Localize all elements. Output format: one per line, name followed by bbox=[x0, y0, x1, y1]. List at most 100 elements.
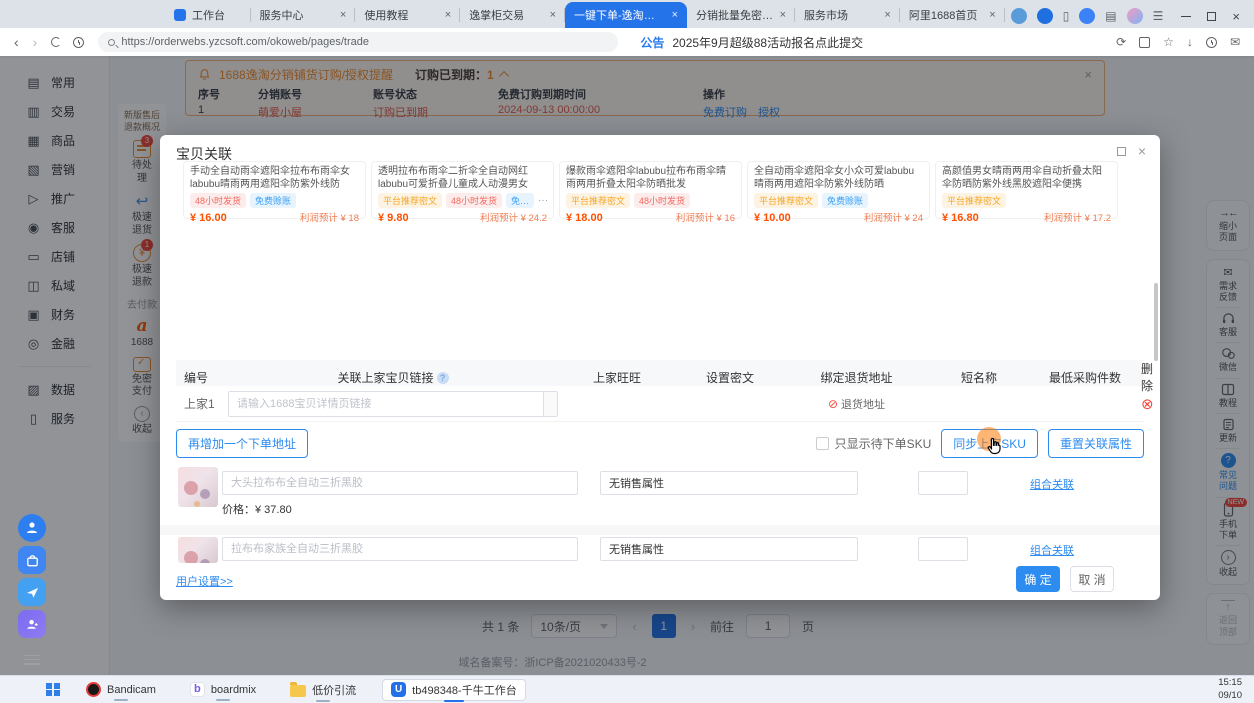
product-title: 手动全自动雨伞遮阳伞拉布布雨伞女labubu晴雨两用遮阳伞防紫外线防 bbox=[190, 165, 359, 191]
cancel-button[interactable]: 取 消 bbox=[1070, 566, 1114, 592]
history-icon[interactable] bbox=[73, 37, 84, 48]
combo-association-link[interactable]: 组合关联 bbox=[1030, 476, 1074, 492]
modal-maximize-icon[interactable] bbox=[1117, 147, 1126, 156]
contact-button[interactable] bbox=[18, 610, 46, 638]
sku-attr-input[interactable] bbox=[600, 471, 858, 495]
taskbar-app-boardmix[interactable]: b boardmix bbox=[182, 680, 264, 699]
bookmark-star-icon[interactable]: ☆ bbox=[1163, 35, 1174, 49]
tab-yizhanggui-trade[interactable]: 逸掌柜交易 × bbox=[460, 2, 565, 28]
taskbar-app-bandicam[interactable]: Bandicam bbox=[78, 680, 164, 699]
tab-tutorial[interactable]: 使用教程 × bbox=[355, 2, 460, 28]
combo-association-link[interactable]: 组合关联 bbox=[1030, 542, 1074, 558]
hand-cursor-icon bbox=[985, 437, 1003, 455]
return-address-label: 退货地址 bbox=[841, 396, 885, 412]
address-bar[interactable]: https://orderwebs.yzcsoft.com/okoweb/pag… bbox=[98, 32, 618, 52]
mail-icon[interactable]: ✉ bbox=[1230, 35, 1240, 49]
tab-close-icon[interactable]: × bbox=[672, 9, 678, 21]
tab-close-icon[interactable]: × bbox=[989, 9, 995, 21]
share-button[interactable] bbox=[18, 578, 46, 606]
modal-close-icon[interactable]: × bbox=[1138, 143, 1146, 159]
more-tags-icon: ··· bbox=[538, 195, 548, 206]
reset-attrs-button[interactable]: 重置关联属性 bbox=[1048, 429, 1144, 458]
window-maximize-icon[interactable] bbox=[1207, 12, 1216, 21]
hamburger-menu-icon[interactable] bbox=[24, 652, 40, 667]
notes-extension-icon[interactable]: ▤ bbox=[1105, 9, 1116, 23]
window-minimize-icon[interactable] bbox=[1181, 16, 1191, 17]
tab-1688-home[interactable]: 阿里1688首页 × bbox=[900, 2, 1005, 28]
return-address-cell[interactable]: ⊘ 退货地址 bbox=[784, 396, 929, 412]
product-price: ¥ 16.80 bbox=[942, 212, 979, 224]
tab-close-icon[interactable]: × bbox=[780, 9, 786, 21]
tab-label: 服务中心 bbox=[260, 7, 334, 23]
browser-profile-avatar[interactable] bbox=[1127, 8, 1143, 24]
browser-menu-icon[interactable]: ☰ bbox=[1153, 9, 1164, 23]
tab-close-icon[interactable]: × bbox=[550, 9, 556, 21]
search-icon bbox=[108, 39, 115, 46]
col-min-qty: 最低采购件数 bbox=[1029, 369, 1141, 386]
toolbar-right-icons: ⟳ ☆ ↓ ✉ bbox=[1116, 35, 1254, 49]
assistant-button[interactable] bbox=[18, 514, 46, 542]
sku-qty-input[interactable] bbox=[918, 537, 968, 561]
extension-icon-3[interactable] bbox=[1079, 8, 1095, 24]
confirm-button[interactable]: 确 定 bbox=[1016, 566, 1060, 592]
only-pending-label[interactable]: 只显示待下单SKU bbox=[835, 435, 932, 452]
app-label: 低价引流 bbox=[312, 682, 356, 698]
taskbar-clock[interactable]: 15:15 09/10 bbox=[1218, 677, 1242, 702]
clock-icon[interactable] bbox=[1206, 37, 1217, 48]
window-controls: × bbox=[1181, 9, 1248, 24]
announcement-label[interactable]: 公告 bbox=[640, 34, 664, 51]
col-shortname: 短名称 bbox=[929, 369, 1029, 386]
product-price: ¥ 16.00 bbox=[190, 212, 227, 224]
shop-bag-button[interactable] bbox=[18, 546, 46, 574]
back-icon[interactable]: ‹ bbox=[14, 34, 19, 50]
delete-row-icon[interactable]: ⊗ bbox=[1141, 395, 1154, 413]
sku-name-input[interactable] bbox=[222, 537, 578, 561]
tab-batch-payment[interactable]: 分销批量免密支付 × bbox=[687, 2, 795, 28]
tab-label: 工作台 bbox=[192, 7, 242, 23]
tab-service-market[interactable]: 服务市场 × bbox=[795, 2, 900, 28]
location-slash-icon: ⊘ bbox=[828, 397, 838, 411]
sync-icon[interactable]: ⟳ bbox=[1116, 35, 1126, 49]
modal-toolbar: 再增加一个下单地址 只显示待下单SKU 同步上家SKU 重置关联属性 bbox=[176, 428, 1144, 458]
announcement-text[interactable]: 2025年9月超级88活动报名点此提交 bbox=[672, 34, 863, 51]
forward-icon[interactable]: › bbox=[33, 34, 38, 50]
taskbar-app-qianniu[interactable]: U tb498348-千牛工作台 bbox=[382, 679, 526, 701]
product-card[interactable]: 高颜值男女晴雨两用伞自动折叠太阳伞防晒防紫外线黑胶遮阳伞便携 平台推荐密文 ¥ … bbox=[935, 161, 1118, 219]
browser-tab-bar: 工作台 服务中心 × 使用教程 × 逸掌柜交易 × 一键下单-逸淘软件 × 分销… bbox=[0, 0, 1254, 28]
tab-workbench[interactable]: 工作台 bbox=[165, 2, 251, 28]
tab-close-icon[interactable]: × bbox=[884, 9, 890, 21]
start-button[interactable] bbox=[46, 683, 60, 697]
taskbar-folder[interactable]: 低价引流 bbox=[282, 680, 364, 700]
sku-qty-input[interactable] bbox=[918, 471, 968, 495]
tab-close-icon[interactable]: × bbox=[445, 9, 451, 21]
download-icon[interactable]: ↓ bbox=[1187, 35, 1193, 49]
tab-service-center[interactable]: 服务中心 × bbox=[251, 2, 356, 28]
phone-extension-icon[interactable]: ▯ bbox=[1063, 9, 1070, 23]
product-thumbnail bbox=[178, 467, 218, 507]
only-pending-checkbox[interactable] bbox=[816, 437, 829, 450]
floating-buttons bbox=[18, 514, 46, 667]
association-table-header: 编号 关联上家宝贝链接? 上家旺旺 设置密文 绑定退货地址 短名称 最低采购件数… bbox=[176, 360, 1144, 386]
extension-icon-2[interactable] bbox=[1037, 8, 1053, 24]
user-settings-link[interactable]: 用户设置>> bbox=[176, 573, 233, 589]
product-card[interactable]: 爆款雨伞遮阳伞labubu拉布布雨伞晴雨两用折叠太阳伞防晒批发 平台推荐密文 4… bbox=[559, 161, 742, 219]
modal-scrollbar[interactable] bbox=[1154, 283, 1158, 361]
tab-one-click-order-active[interactable]: 一键下单-逸淘软件 × bbox=[565, 2, 687, 28]
sku-attr-input[interactable] bbox=[600, 537, 858, 561]
product-card[interactable]: 手动全自动雨伞遮阳伞拉布布雨伞女labubu晴雨两用遮阳伞防紫外线防 48小时发… bbox=[183, 161, 366, 219]
product-card[interactable]: 全自动雨伞遮阳伞女小众可爱labubu晴雨两用遮阳伞防紫外线防晒 平台推荐密文 … bbox=[747, 161, 930, 219]
window-close-icon[interactable]: × bbox=[1232, 9, 1240, 24]
extension-icon-1[interactable] bbox=[1011, 8, 1027, 24]
app-label: boardmix bbox=[211, 684, 256, 696]
product-card[interactable]: 透明拉布布雨伞二折伞全自动网红labubu可爱折叠儿童成人动漫男女 平台推荐密文… bbox=[371, 161, 554, 219]
info-icon[interactable]: ? bbox=[437, 372, 449, 384]
product-link-input[interactable] bbox=[229, 392, 543, 416]
link-input-suffix[interactable] bbox=[543, 392, 557, 416]
sku-name-input[interactable] bbox=[222, 471, 578, 495]
reload-icon[interactable] bbox=[51, 37, 61, 47]
add-address-button[interactable]: 再增加一个下单地址 bbox=[176, 429, 308, 458]
panel-icon[interactable] bbox=[1139, 37, 1150, 48]
product-price: ¥ 10.00 bbox=[754, 212, 791, 224]
tab-close-icon[interactable]: × bbox=[340, 9, 346, 21]
workbench-favicon-icon bbox=[174, 9, 186, 21]
